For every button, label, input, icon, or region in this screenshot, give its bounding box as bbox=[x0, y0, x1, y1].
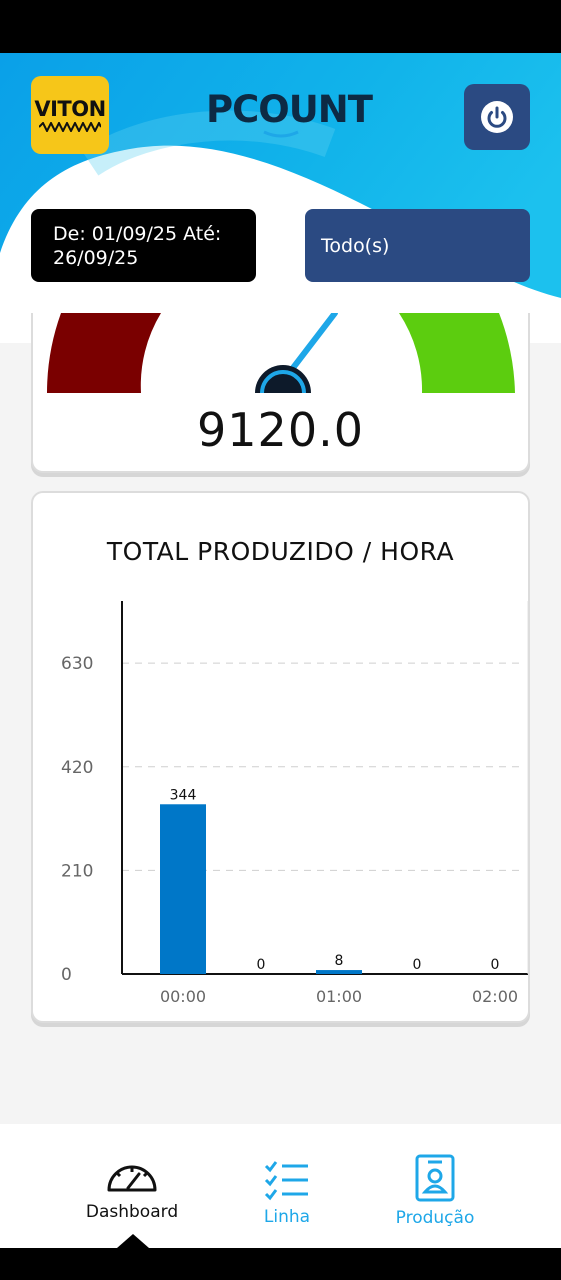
gauge-low-segment bbox=[46, 313, 161, 393]
speedometer-icon bbox=[107, 1165, 157, 1192]
active-tab-indicator bbox=[117, 1234, 149, 1248]
data-label: 0 bbox=[491, 957, 500, 973]
brand-logo: VITON bbox=[31, 76, 109, 154]
x-tick-label: 00:00 bbox=[160, 987, 206, 1006]
tab-linha-label: Linha bbox=[263, 1207, 311, 1227]
tab-linha[interactable]: Linha bbox=[237, 1124, 337, 1248]
zigzag-icon bbox=[39, 121, 101, 132]
data-label: 0 bbox=[257, 957, 266, 973]
id-badge-icon bbox=[415, 1154, 455, 1202]
bar[interactable] bbox=[316, 970, 362, 974]
bar[interactable] bbox=[160, 804, 206, 974]
checklist-icon bbox=[264, 1161, 308, 1201]
gauge-high-segment bbox=[399, 313, 515, 393]
data-label: 0 bbox=[413, 957, 422, 973]
tab-producao[interactable]: Produção bbox=[380, 1124, 490, 1248]
navigation-bar bbox=[0, 1248, 561, 1280]
y-tick-label: 420 bbox=[61, 758, 93, 778]
hourly-production-chart: 0 210 420 630 344 00:00 0 8 01:00 0 0 02:00 bbox=[61, 601, 528, 1006]
tab-dashboard[interactable]: Dashboard bbox=[72, 1124, 192, 1248]
status-bar bbox=[0, 0, 561, 53]
hourly-production-chart-card: TOTAL PRODUZIDO / HORA 0 210 420 630 344 00:0… bbox=[31, 491, 530, 1023]
logo-lens-icon bbox=[263, 130, 299, 138]
gauge-card: 9120.0 bbox=[31, 313, 530, 473]
app-logo: PCOUNT bbox=[206, 86, 386, 142]
tab-producao-label: Produção bbox=[395, 1208, 475, 1228]
x-tick-label: 02:00 bbox=[472, 987, 518, 1006]
bottom-tab-bar: Dashboard Linha Produção bbox=[0, 1124, 561, 1248]
y-tick-label: 0 bbox=[61, 965, 72, 985]
y-tick-label: 630 bbox=[61, 654, 93, 674]
logout-button[interactable] bbox=[464, 84, 530, 150]
power-icon bbox=[481, 101, 513, 133]
y-tick-label: 210 bbox=[61, 861, 93, 881]
x-tick-label: 01:00 bbox=[316, 987, 362, 1006]
brand-logo-text: VITON bbox=[34, 96, 106, 121]
gauge-value: 9120.0 bbox=[197, 403, 364, 457]
data-label: 8 bbox=[335, 953, 344, 969]
date-range-button[interactable]: De: 01/09/25 Até: 26/09/25 bbox=[31, 209, 256, 282]
data-label: 344 bbox=[170, 787, 197, 803]
tab-dashboard-label: Dashboard bbox=[85, 1202, 179, 1222]
line-filter-select[interactable]: Todo(s) bbox=[305, 209, 530, 282]
